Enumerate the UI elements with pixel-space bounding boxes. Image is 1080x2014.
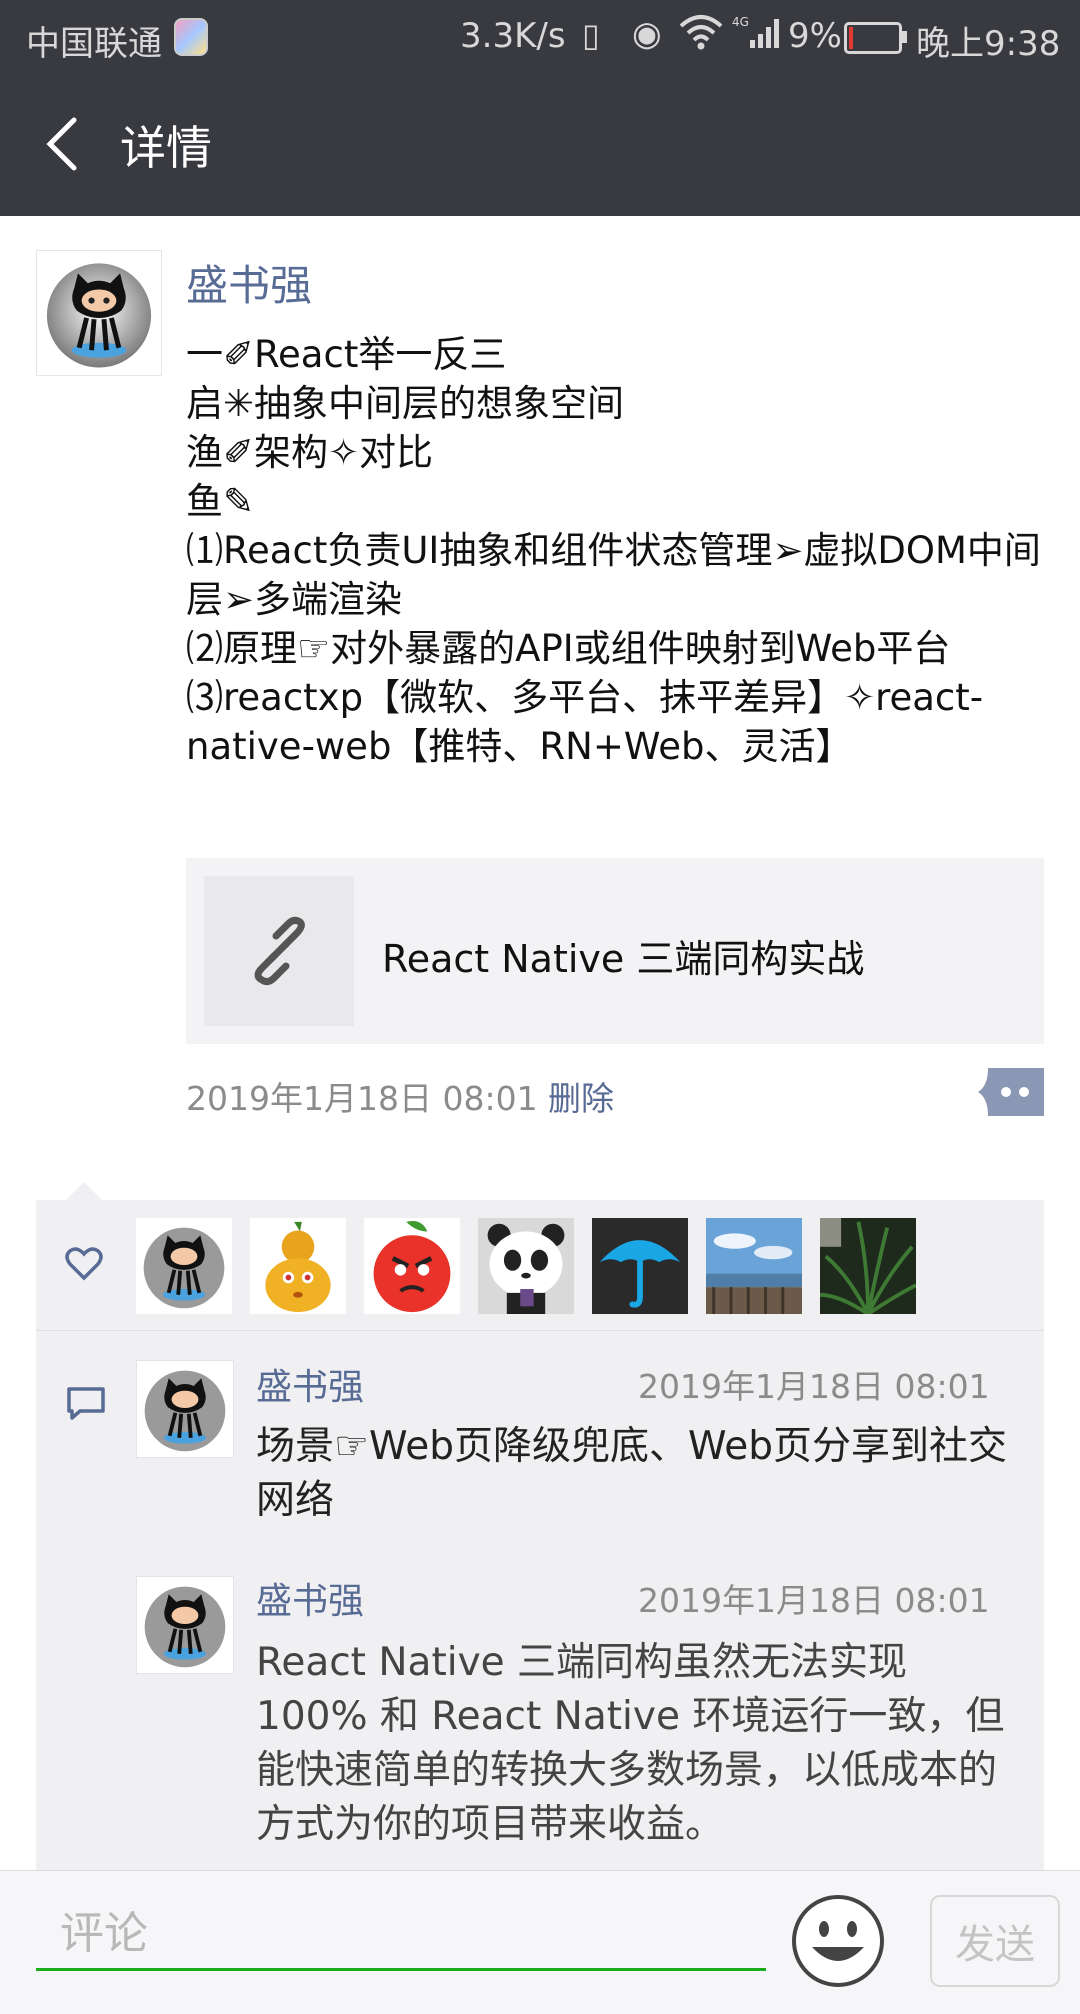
clock: 晚上9:38 — [916, 24, 1061, 64]
comment-time: 2019年1月18日 08:01 — [638, 1367, 990, 1406]
comment-avatar[interactable] — [136, 1360, 234, 1458]
shared-link-card[interactable]: React Native 三端同构实战 — [186, 858, 1044, 1044]
wifi-icon — [679, 15, 723, 50]
app-badge-icon — [174, 18, 208, 56]
signal-icon: 4G — [732, 15, 779, 48]
panda-avatar[interactable] — [478, 1218, 574, 1314]
heart-icon — [65, 1247, 103, 1281]
interaction-panel: 盛书强 2019年1月18日 08:01 场景☞Web页降级兜底、Web页分享到… — [36, 1182, 1044, 1870]
comment-icon — [67, 1387, 105, 1420]
link-title: React Native 三端同构实战 — [382, 937, 865, 981]
comment-text: React Native 三端同构虽然无法实现 100% 和 React Nat… — [256, 1640, 1005, 1847]
umbrella-avatar[interactable] — [592, 1218, 688, 1314]
octocat-avatar-icon — [144, 1586, 226, 1668]
network-type: 4G — [732, 15, 749, 29]
vibrate-icon: ▯ — [582, 16, 600, 54]
comment-text: 场景☞Web页降级兜底、Web页分享到社交网络 — [256, 1424, 1008, 1523]
likes-row — [36, 1200, 1044, 1331]
post-text: 一✐React举一反三 启✳抽象中间层的想象空间 渔✐架构✧对比 鱼✎ ⑴Rea… — [186, 333, 1041, 768]
link-icon — [254, 916, 305, 986]
eye-icon: ◉ — [632, 14, 662, 54]
octocat-avatar[interactable] — [136, 1218, 232, 1314]
battery-icon — [844, 22, 907, 54]
comment-time: 2019年1月18日 08:01 — [638, 1581, 990, 1620]
link-thumbnail — [204, 876, 354, 1026]
send-button[interactable]: 发送 — [930, 1895, 1060, 1987]
octocat-avatar-icon — [46, 263, 152, 368]
author-name[interactable]: 盛书强 — [186, 252, 312, 313]
plant-photo-avatar[interactable] — [820, 1218, 916, 1314]
sea-photo-avatar[interactable] — [706, 1218, 802, 1314]
chevron-left-icon[interactable] — [36, 112, 96, 176]
title-bar: 详情 — [0, 72, 1080, 216]
octocat-avatar-icon — [144, 1370, 226, 1452]
page-title: 详情 — [120, 121, 212, 175]
carrier-label: 中国联通 — [26, 24, 162, 64]
comment-author[interactable]: 盛书强 — [256, 1358, 364, 1410]
emoji-icon[interactable] — [790, 1893, 886, 1989]
angry-apple-avatar[interactable] — [364, 1218, 460, 1314]
comment-author[interactable]: 盛书强 — [256, 1572, 364, 1624]
post-timestamp: 2019年1月18日 08:01 — [186, 1079, 538, 1118]
gourd-avatar[interactable] — [250, 1218, 346, 1314]
comment-input[interactable] — [36, 1899, 766, 1971]
status-bar: 中国联通 3.3K/s ▯ ◉ 4G 9% 晚上9:38 — [0, 0, 1080, 72]
delete-link[interactable]: 删除 — [548, 1072, 614, 1120]
comment-avatar[interactable] — [136, 1576, 234, 1674]
author-avatar[interactable] — [36, 250, 162, 376]
more-dots-icon[interactable] — [978, 1068, 1044, 1116]
battery-percent: 9% — [788, 16, 842, 56]
comment-input-bar: 发送 — [0, 1870, 1080, 2014]
battery-fill — [849, 27, 853, 49]
net-speed: 3.3K/s — [460, 16, 566, 56]
